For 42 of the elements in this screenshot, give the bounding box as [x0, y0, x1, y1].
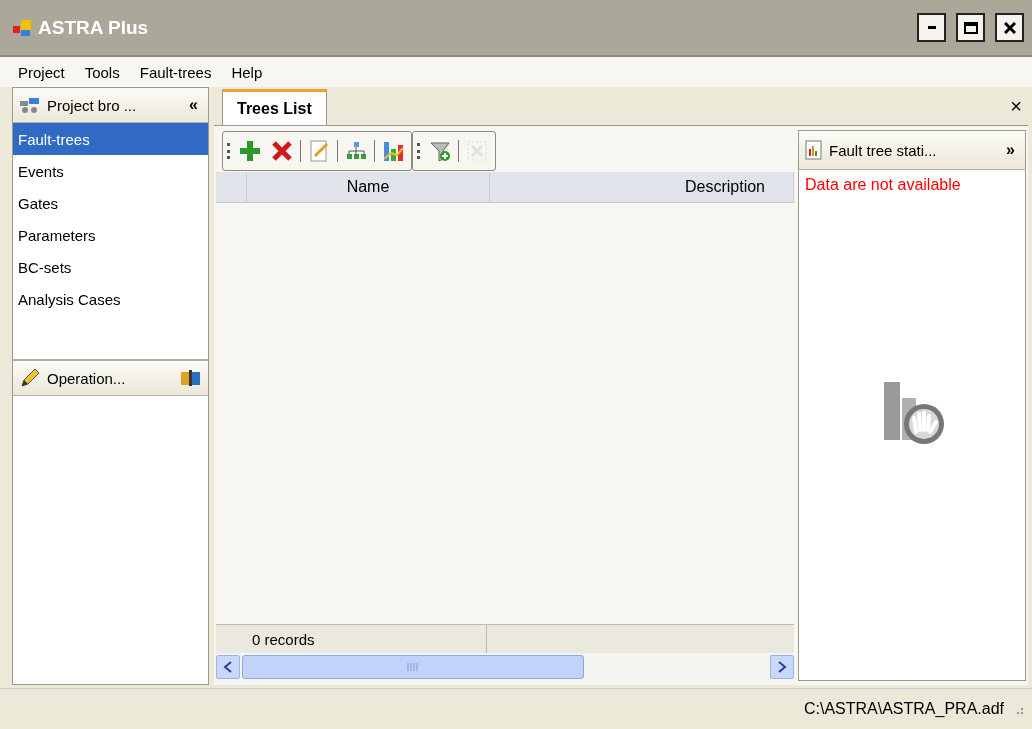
minimize-icon — [927, 26, 936, 29]
pencil-icon — [19, 368, 41, 388]
minimize-button[interactable] — [917, 13, 946, 42]
panel-title: Fault tree stati... — [829, 141, 938, 159]
menu-item[interactable]: Fault-trees — [129, 63, 222, 81]
close-tab-button[interactable]: × — [1004, 94, 1028, 118]
browser-item[interactable]: Parameters — [13, 219, 208, 251]
panel-title: Project bro ... — [47, 96, 138, 114]
panel-title: Operation... — [47, 369, 127, 387]
column-header[interactable]: Name — [247, 172, 490, 202]
browser-item[interactable]: Analysis Cases — [13, 283, 208, 315]
funnel-add-icon — [428, 139, 452, 163]
book-icon — [180, 369, 202, 387]
app-icon — [12, 17, 32, 38]
chart-icon — [381, 139, 405, 163]
column-header[interactable]: Description — [490, 172, 794, 202]
close-button[interactable] — [995, 13, 1024, 42]
report-icon — [805, 140, 823, 160]
window-title: ASTRA Plus — [38, 16, 150, 39]
collapse-button[interactable]: « — [185, 96, 202, 114]
grip-icon — [406, 662, 420, 672]
menu-item[interactable]: Help — [221, 63, 273, 81]
scroll-left-button[interactable] — [216, 655, 240, 679]
delete-icon — [270, 139, 294, 163]
menu-item[interactable]: Project — [8, 63, 75, 81]
file-path: C:\ASTRA\ASTRA_PRA.adf — [803, 700, 1004, 718]
expand-button[interactable]: » — [1002, 141, 1019, 159]
scroll-right-button[interactable] — [770, 655, 794, 679]
network-icon — [19, 97, 41, 113]
close-icon — [1003, 21, 1016, 34]
browser-item[interactable]: BC-sets — [13, 251, 208, 283]
browser-item[interactable]: Events — [13, 155, 208, 187]
scrollbar-thumb[interactable] — [242, 655, 584, 679]
notepad-icon — [307, 139, 331, 163]
browser-item[interactable]: Gates — [13, 187, 208, 219]
menu-item[interactable]: Tools — [74, 63, 130, 81]
status-message: Data are not available — [804, 175, 962, 195]
browser-item[interactable]: Fault-trees — [13, 123, 208, 155]
maximize-icon — [963, 21, 978, 34]
tab[interactable]: Trees List — [222, 89, 327, 125]
maximize-button[interactable] — [956, 13, 985, 42]
add-icon — [238, 139, 262, 163]
